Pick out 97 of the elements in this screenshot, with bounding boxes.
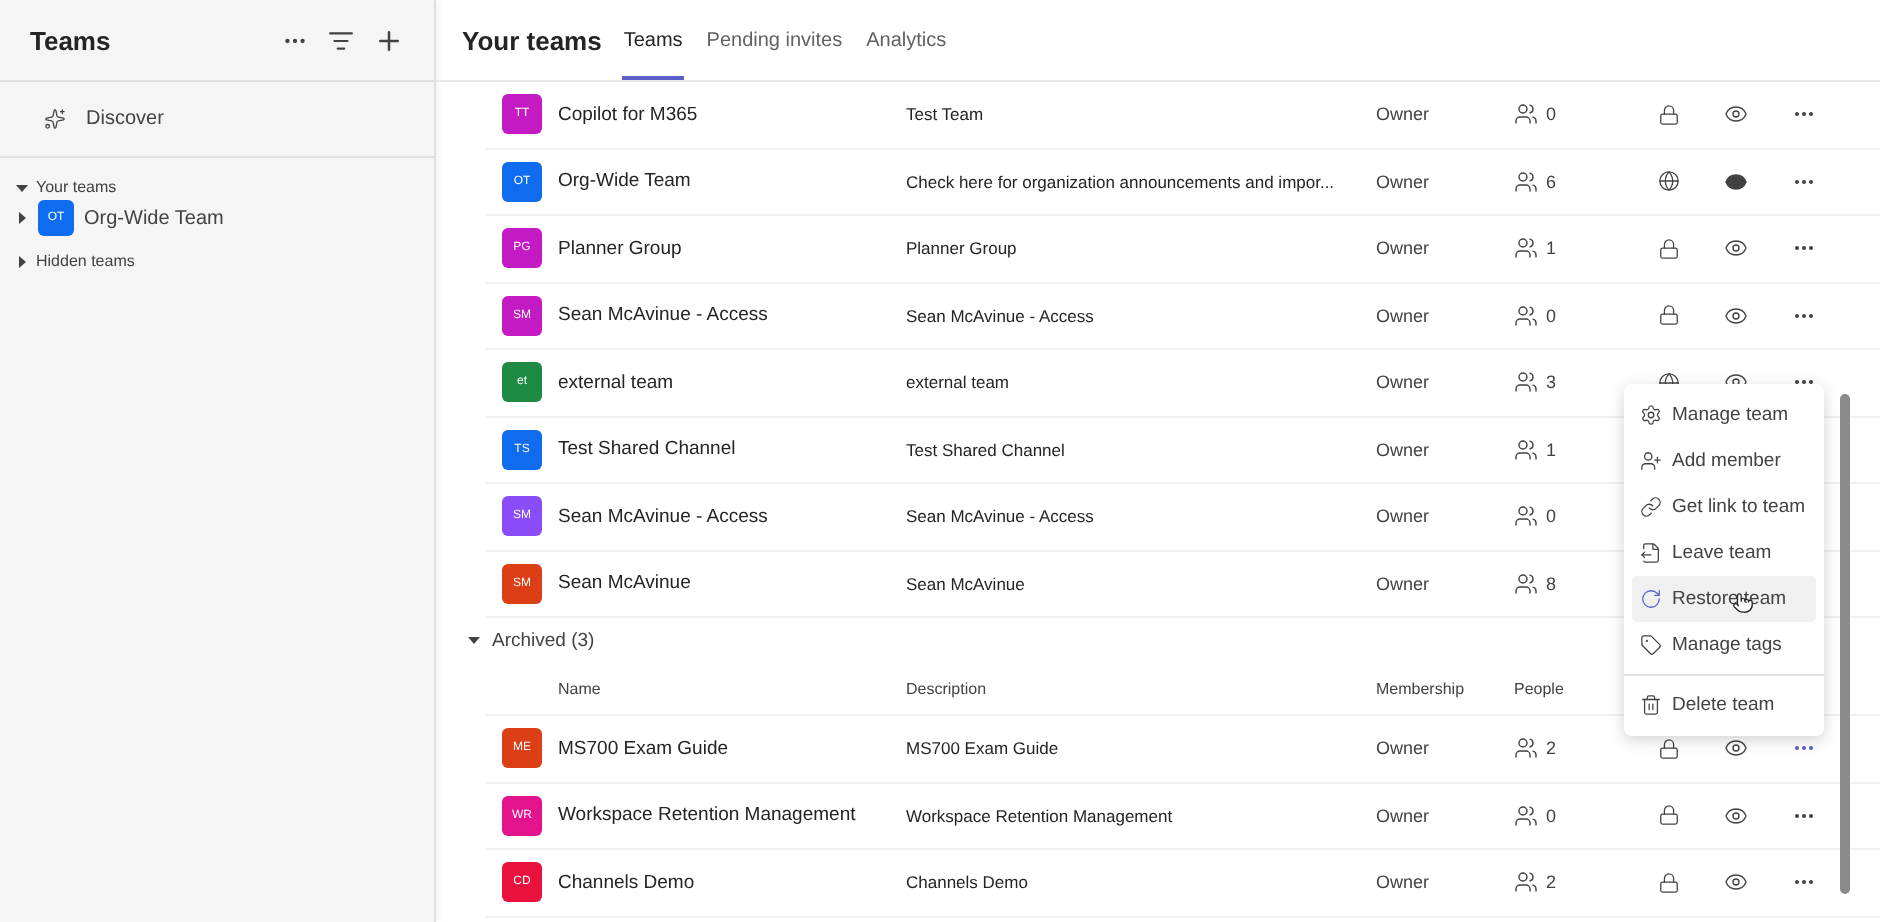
team-name: external team bbox=[558, 371, 676, 394]
people-icon bbox=[1514, 303, 1538, 328]
membership-text: Owner bbox=[1376, 372, 1432, 393]
team-caret-icon[interactable] bbox=[16, 212, 28, 224]
column-header: Membership bbox=[1376, 679, 1467, 697]
team-name: Org-Wide Team bbox=[558, 170, 693, 193]
people-count: 2 bbox=[1546, 738, 1557, 759]
membership-text: Owner bbox=[1376, 238, 1432, 259]
tab[interactable]: Pending invites bbox=[704, 0, 845, 80]
eye-icon[interactable] bbox=[1724, 303, 1748, 328]
people-icon bbox=[1514, 169, 1538, 194]
settings-icon bbox=[1640, 404, 1662, 426]
people-icon bbox=[1514, 803, 1538, 828]
discover-item[interactable]: Discover bbox=[0, 82, 434, 158]
column-header: People bbox=[1514, 679, 1566, 697]
leave-icon bbox=[1640, 542, 1662, 564]
membership-text: Owner bbox=[1376, 439, 1432, 460]
archived-caret-icon[interactable] bbox=[468, 634, 480, 646]
eye-icon[interactable] bbox=[1724, 169, 1748, 194]
people-count: 3 bbox=[1546, 372, 1557, 393]
add-icon[interactable] bbox=[374, 25, 404, 55]
membership-text: Owner bbox=[1376, 506, 1432, 527]
team-description: Test Team bbox=[906, 104, 986, 125]
link-icon bbox=[1640, 496, 1662, 518]
people-count: 0 bbox=[1546, 305, 1557, 326]
team-name: Workspace Retention Management bbox=[558, 804, 858, 827]
people-icon bbox=[1514, 102, 1538, 127]
tab[interactable]: Analytics bbox=[864, 0, 949, 80]
people-count: 0 bbox=[1546, 104, 1557, 125]
section-caret-icon[interactable] bbox=[16, 181, 28, 193]
team-description: external team bbox=[906, 372, 1011, 393]
sidebar-team-name[interactable]: Org-Wide Team bbox=[84, 207, 224, 229]
team-description: Sean McAvinue bbox=[906, 573, 1027, 594]
membership-text: Owner bbox=[1376, 872, 1432, 893]
archived-label[interactable]: Archived (3) bbox=[492, 629, 595, 651]
membership-text: Owner bbox=[1376, 305, 1432, 326]
column-header: Name bbox=[558, 679, 603, 697]
people-count: 8 bbox=[1546, 573, 1557, 594]
scrollbar-thumb[interactable] bbox=[1840, 394, 1850, 894]
people-count: 1 bbox=[1546, 439, 1557, 460]
people-count: 6 bbox=[1546, 171, 1557, 192]
team-name: Sean McAvinue bbox=[558, 572, 693, 595]
menu-item[interactable]: Manage tags bbox=[1632, 622, 1816, 668]
people-icon bbox=[1514, 736, 1538, 761]
people-icon bbox=[1514, 870, 1538, 895]
menu-item[interactable]: Get link to team bbox=[1632, 484, 1816, 530]
team-description: Sean McAvinue - Access bbox=[906, 506, 1096, 527]
team-description: Workspace Retention Management bbox=[906, 805, 1175, 826]
team-description: MS700 Exam Guide bbox=[906, 738, 1061, 759]
team-description: Planner Group bbox=[906, 238, 1019, 259]
team-name: MS700 Exam Guide bbox=[558, 737, 731, 760]
eye-icon[interactable] bbox=[1724, 102, 1748, 127]
tag-icon bbox=[1640, 634, 1662, 656]
team-name: Channels Demo bbox=[558, 871, 697, 894]
eye-icon[interactable] bbox=[1724, 870, 1748, 895]
people-icon bbox=[1514, 504, 1538, 529]
section-label[interactable]: Your teams bbox=[36, 178, 117, 196]
sidebar-title: Teams bbox=[30, 25, 113, 55]
eye-icon[interactable] bbox=[1724, 236, 1748, 261]
team-name: Test Shared Channel bbox=[558, 438, 738, 461]
membership-text: Owner bbox=[1376, 738, 1432, 759]
team-name: Copilot for M365 bbox=[558, 103, 700, 126]
eye-icon[interactable] bbox=[1724, 736, 1748, 761]
membership-text: Owner bbox=[1376, 805, 1432, 826]
restore-icon bbox=[1640, 588, 1662, 610]
membership-text: Owner bbox=[1376, 573, 1432, 594]
section-caret-icon[interactable] bbox=[16, 255, 28, 267]
tab[interactable]: Teams bbox=[621, 0, 685, 80]
team-description: Check here for organization announcements and impor... bbox=[906, 171, 1337, 192]
eye-icon[interactable] bbox=[1724, 803, 1748, 828]
filter-icon[interactable] bbox=[328, 27, 354, 53]
team-description: Channels Demo bbox=[906, 872, 1030, 893]
people-icon bbox=[1514, 571, 1538, 596]
team-name: Sean McAvinue - Access bbox=[558, 304, 770, 327]
menu-item[interactable]: Manage team bbox=[1632, 392, 1816, 438]
people-icon bbox=[1514, 236, 1538, 261]
section-label[interactable]: Hidden teams bbox=[36, 252, 135, 270]
people-count: 0 bbox=[1546, 506, 1557, 527]
people-count: 2 bbox=[1546, 872, 1557, 893]
trash-icon bbox=[1640, 694, 1662, 716]
column-header: Description bbox=[906, 679, 989, 697]
team-name: Sean McAvinue - Access bbox=[558, 505, 770, 528]
menu-item[interactable]: Leave team bbox=[1632, 530, 1816, 576]
team-description: Test Shared Channel bbox=[906, 439, 1067, 460]
people-count: 0 bbox=[1546, 805, 1557, 826]
membership-text: Owner bbox=[1376, 104, 1432, 125]
menu-item[interactable]: Add member bbox=[1632, 438, 1816, 484]
team-name: Planner Group bbox=[558, 237, 684, 260]
people-icon bbox=[1514, 370, 1538, 395]
people-icon bbox=[1514, 437, 1538, 462]
people-count: 1 bbox=[1546, 238, 1557, 259]
team-description: Sean McAvinue - Access bbox=[906, 305, 1096, 326]
page-title: Your teams bbox=[462, 25, 602, 55]
menu-item[interactable]: Delete team bbox=[1632, 682, 1816, 728]
sparkle-icon bbox=[44, 108, 66, 130]
membership-text: Owner bbox=[1376, 171, 1432, 192]
add-person-icon bbox=[1640, 450, 1662, 472]
